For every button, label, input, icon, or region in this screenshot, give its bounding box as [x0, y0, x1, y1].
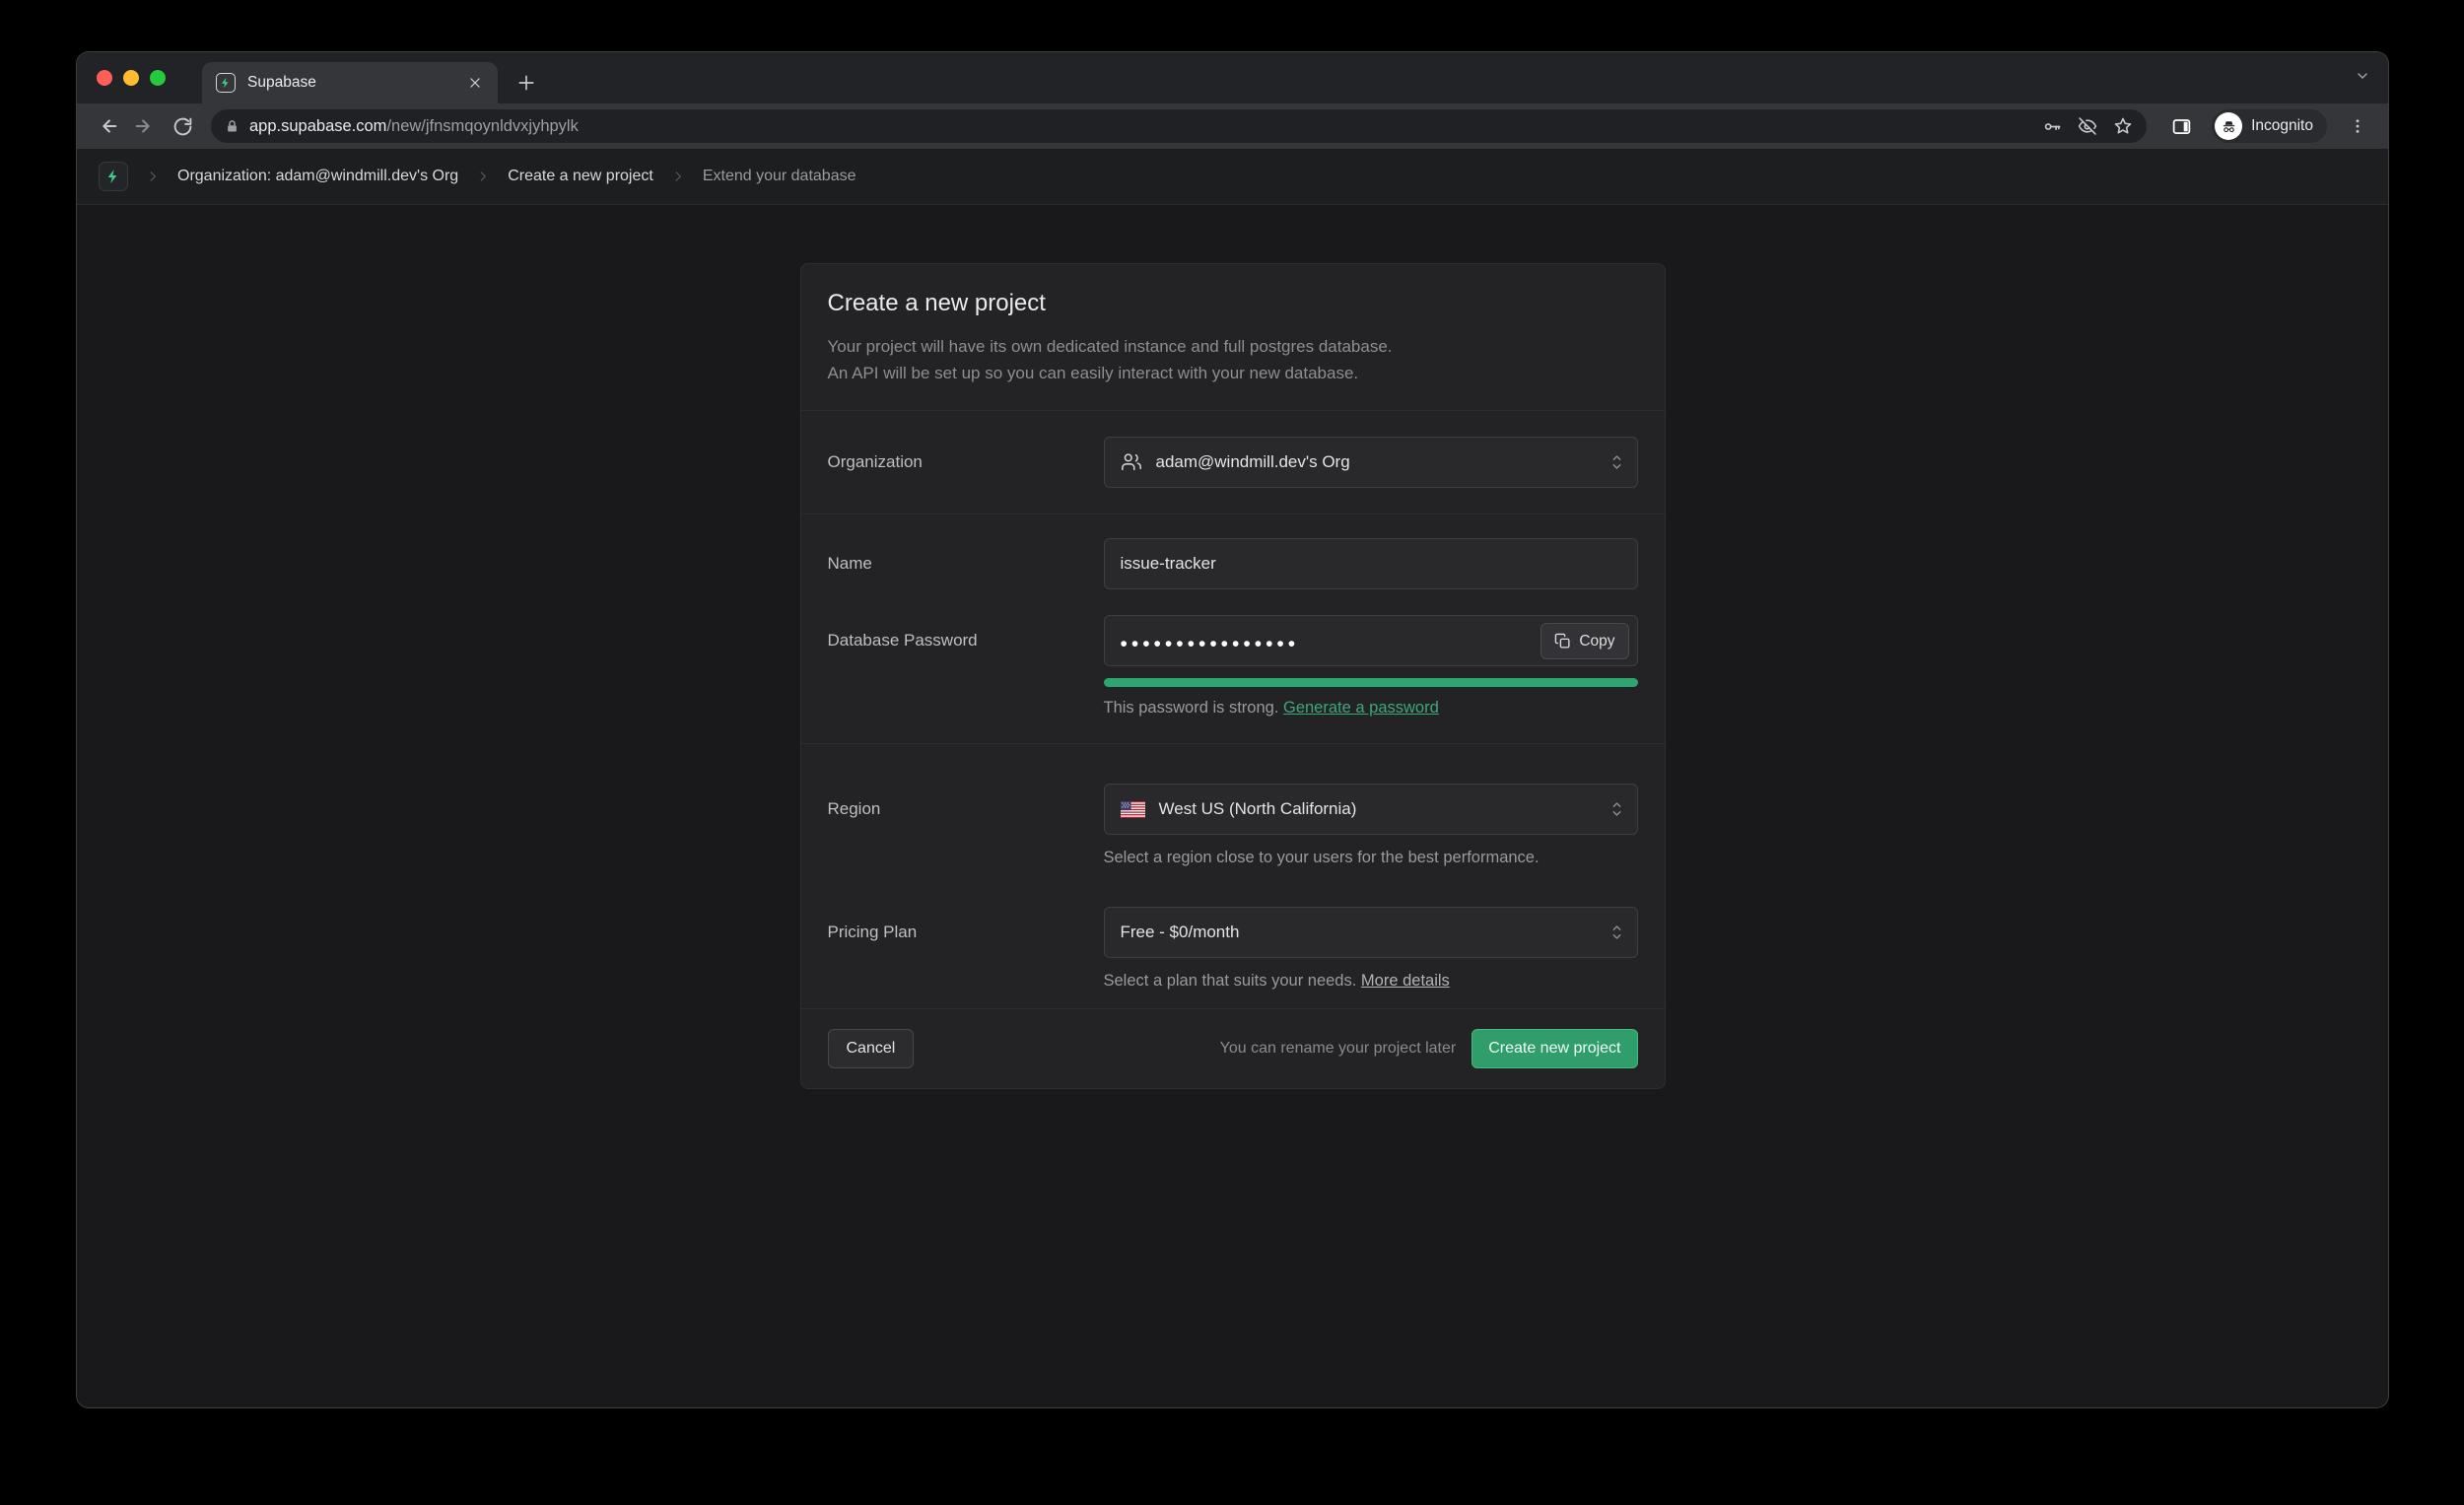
side-panel-icon[interactable]	[2162, 107, 2200, 145]
organization-value: adam@windmill.dev's Org	[1156, 452, 1350, 472]
name-password-section: Name Database Password ••••••••••••••••	[801, 514, 1665, 743]
incognito-icon	[2215, 112, 2242, 140]
card-header: Create a new project Your project will h…	[801, 264, 1665, 410]
window-close-button[interactable]	[97, 70, 112, 86]
select-chevrons-icon	[1610, 799, 1623, 819]
select-chevrons-icon	[1610, 452, 1623, 472]
address-bar[interactable]: app.supabase.com/new/jfnsmqoynldvxjyhpyl…	[211, 109, 2147, 143]
create-new-project-button[interactable]: Create new project	[1472, 1029, 1637, 1068]
us-flag-icon	[1121, 801, 1145, 818]
page-title: Create a new project	[828, 290, 1638, 317]
pricing-plan-value: Free - $0/month	[1121, 923, 1240, 942]
password-strength-text: This password is strong.	[1104, 699, 1279, 717]
database-password-input[interactable]: •••••••••••••••• Copy	[1104, 615, 1638, 666]
forward-button[interactable]	[126, 107, 164, 145]
reload-button[interactable]	[164, 107, 201, 145]
card-description: Your project will have its own dedicated…	[828, 333, 1638, 386]
select-chevrons-icon	[1610, 923, 1623, 942]
breadcrumb: Organization: adam@windmill.dev's Org Cr…	[77, 149, 2388, 205]
name-label: Name	[828, 538, 1104, 589]
browser-window: Supabase app.supabase.com/new/jfnsmqoynl…	[77, 52, 2388, 1407]
traffic-lights	[97, 70, 166, 86]
pricing-plan-label: Pricing Plan	[828, 907, 1104, 958]
region-helper: Select a region close to your users for …	[1104, 849, 1638, 867]
lock-icon	[225, 119, 240, 134]
password-key-icon[interactable]	[2043, 117, 2062, 136]
masked-password-value: ••••••••••••••••	[1121, 628, 1300, 654]
breadcrumb-item-organization[interactable]: Organization: adam@windmill.dev's Org	[177, 168, 458, 185]
url-path: /new/jfnsmqoynldvxjyhpylk	[386, 117, 578, 135]
region-pricing-section: Region West US (North California) Select…	[801, 744, 1665, 1008]
copy-icon	[1554, 633, 1571, 650]
tab-close-icon[interactable]	[466, 74, 484, 92]
bookmark-star-icon[interactable]	[2113, 116, 2133, 136]
password-helper: This password is strong. Generate a pass…	[1104, 699, 1638, 718]
toolbar-right: Incognito	[2162, 107, 2376, 145]
region-label: Region	[828, 784, 1104, 835]
project-name-input[interactable]	[1104, 538, 1638, 589]
page-content: Organization: adam@windmill.dev's Org Cr…	[77, 149, 2388, 1407]
tab-search-chevron-icon[interactable]	[2355, 68, 2370, 84]
password-field-stack: •••••••••••••••• Copy This password is s…	[1104, 615, 1638, 718]
cancel-button[interactable]: Cancel	[828, 1029, 915, 1068]
main-area: Create a new project Your project will h…	[77, 205, 2388, 1407]
browser-tab[interactable]: Supabase	[202, 62, 498, 103]
rename-note: You can rename your project later	[1220, 1040, 1457, 1058]
window-minimize-button[interactable]	[123, 70, 139, 86]
tab-title: Supabase	[247, 74, 454, 92]
breadcrumb-item-create-project[interactable]: Create a new project	[508, 168, 653, 185]
copy-label: Copy	[1579, 633, 1614, 650]
incognito-label: Incognito	[2251, 117, 2313, 135]
pricing-helper: Select a plan that suits your needs. Mor…	[1104, 972, 1638, 991]
supabase-favicon-icon	[216, 73, 236, 93]
users-icon	[1121, 451, 1142, 473]
url-domain: app.supabase.com	[249, 117, 386, 135]
tab-strip: Supabase	[77, 52, 2388, 103]
card-description-line2: An API will be set up so you can easily …	[828, 360, 1638, 386]
incognito-badge: Incognito	[2212, 109, 2327, 143]
chevron-right-icon	[671, 170, 685, 183]
footer-right: You can rename your project later Create…	[1220, 1029, 1638, 1068]
browser-toolbar: app.supabase.com/new/jfnsmqoynldvxjyhpyl…	[77, 103, 2388, 149]
organization-section: Organization adam@windmill.dev's Org	[801, 411, 1665, 513]
password-strength-bar	[1104, 678, 1638, 687]
organization-select[interactable]: adam@windmill.dev's Org	[1104, 437, 1638, 488]
window-zoom-button[interactable]	[150, 70, 166, 86]
region-select[interactable]: West US (North California)	[1104, 784, 1638, 835]
url-text: app.supabase.com/new/jfnsmqoynldvxjyhpyl…	[249, 117, 2033, 136]
pricing-plan-select[interactable]: Free - $0/month	[1104, 907, 1638, 958]
pricing-helper-text: Select a plan that suits your needs.	[1104, 972, 1357, 990]
breadcrumb-item-extend-database: Extend your database	[703, 168, 856, 185]
create-project-card: Create a new project Your project will h…	[800, 263, 1666, 1089]
eye-off-icon[interactable]	[2078, 116, 2097, 136]
chevron-right-icon	[476, 170, 490, 183]
organization-label: Organization	[828, 437, 1104, 488]
browser-menu-icon[interactable]	[2339, 107, 2376, 145]
new-tab-button[interactable]	[512, 68, 541, 98]
address-bar-actions	[2043, 116, 2133, 136]
more-details-link[interactable]: More details	[1361, 972, 1450, 990]
generate-password-link[interactable]: Generate a password	[1283, 699, 1439, 717]
database-password-label: Database Password	[828, 615, 1104, 666]
supabase-logo-icon[interactable]	[99, 162, 128, 191]
chevron-right-icon	[146, 170, 160, 183]
card-footer: Cancel You can rename your project later…	[801, 1009, 1665, 1088]
back-button[interactable]	[89, 107, 126, 145]
copy-password-button[interactable]: Copy	[1540, 623, 1628, 659]
region-value: West US (North California)	[1159, 799, 1357, 819]
card-description-line1: Your project will have its own dedicated…	[828, 333, 1638, 360]
